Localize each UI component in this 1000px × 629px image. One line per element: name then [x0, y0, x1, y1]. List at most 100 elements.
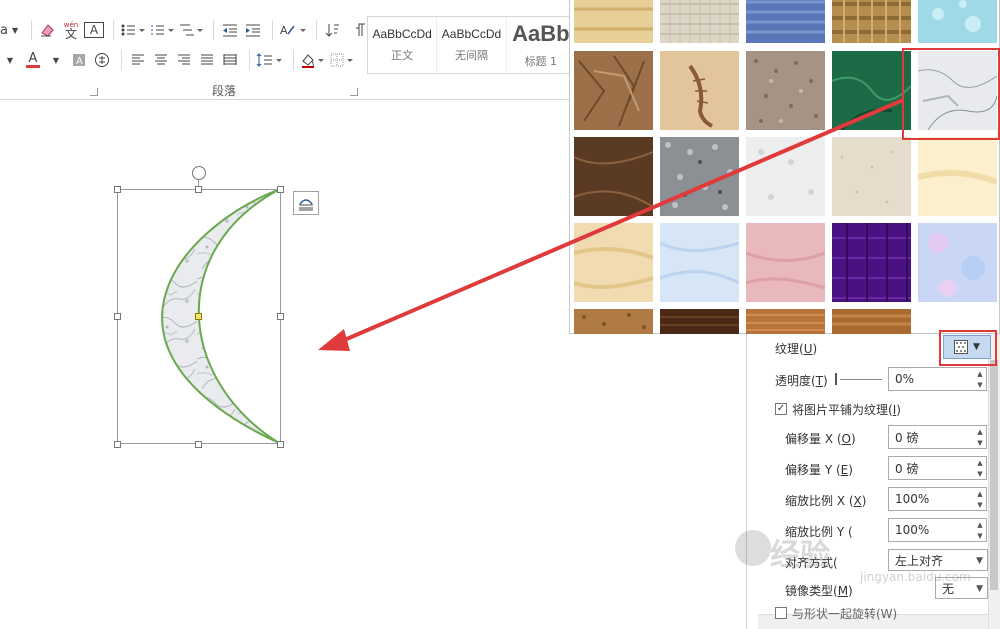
line-spacing-button[interactable] — [256, 49, 284, 71]
texture-brown-marble[interactable] — [574, 137, 653, 216]
texture-blue-tissue[interactable] — [660, 223, 739, 302]
texture-paper-bag[interactable] — [574, 51, 653, 130]
align-dropdown[interactable]: 左上对齐 ▼ — [888, 549, 988, 571]
resize-handle-s[interactable] — [195, 441, 202, 448]
numbering-button[interactable] — [149, 19, 175, 41]
borders-button[interactable] — [329, 49, 355, 71]
mirror-label: 镜像类型(M) — [785, 582, 853, 599]
texture-recycled-paper[interactable] — [746, 51, 825, 130]
adjust-handle[interactable] — [195, 313, 202, 320]
texture-granite[interactable] — [660, 137, 739, 216]
texture-canvas[interactable] — [660, 0, 739, 43]
spin-arrows[interactable]: ▲ ▼ — [974, 488, 986, 510]
shading-button[interactable] — [300, 49, 326, 71]
increase-indent-icon — [246, 24, 260, 37]
align-right-button[interactable] — [174, 49, 194, 71]
resize-handle-se[interactable] — [277, 441, 284, 448]
chinese-layout-button[interactable]: A — [279, 19, 307, 41]
sort-icon — [325, 24, 339, 37]
borders-icon — [330, 53, 353, 67]
decrease-indent-button[interactable] — [220, 19, 240, 41]
enclose-char-button[interactable] — [92, 49, 112, 71]
align-left-button[interactable] — [128, 49, 148, 71]
texture-medium-wood[interactable] — [832, 309, 911, 334]
rotate-with-shape-label: 与形状一起旋转(W) — [792, 607, 898, 621]
texture-fish-fossil[interactable] — [660, 51, 739, 130]
offset-x-field[interactable]: 0 磅 ▲ ▼ — [888, 425, 987, 449]
offset-y-value: 0 磅 — [895, 461, 919, 476]
spin-arrows[interactable]: ▲ ▼ — [974, 368, 986, 390]
resize-handle-nw[interactable] — [114, 186, 121, 193]
spin-arrows[interactable]: ▲ ▼ — [974, 457, 986, 479]
ribbon-separator — [121, 50, 122, 70]
scale-x-field[interactable]: 100% ▲ ▼ — [888, 487, 987, 511]
resize-handle-n[interactable] — [195, 186, 202, 193]
texture-sand[interactable] — [832, 137, 911, 216]
clear-format-button[interactable] — [38, 19, 58, 41]
texture-cork[interactable] — [574, 309, 653, 334]
multilevel-list-button[interactable] — [178, 19, 204, 41]
center-button[interactable] — [151, 49, 171, 71]
style-normal[interactable]: AaBbCcDd 正文 — [368, 17, 438, 73]
paragraph-group-label: 段落 — [212, 84, 237, 98]
ribbon-separator — [113, 20, 114, 40]
texture-white-rock[interactable] — [746, 137, 825, 216]
transparency-label-end: ) — [823, 374, 828, 388]
shrink-font-button[interactable]: ▼ — [0, 49, 20, 71]
paragraph-dialog-launcher[interactable] — [350, 88, 358, 96]
phonetic-guide-button[interactable]: wén 文 — [61, 19, 81, 41]
rotate-handle-icon[interactable] — [192, 166, 206, 180]
texture-bouquet[interactable] — [918, 223, 997, 302]
sort-button[interactable] — [323, 19, 343, 41]
texture-green-marble[interactable] — [832, 51, 911, 130]
texture-stationery[interactable] — [574, 223, 653, 302]
highlight-button[interactable]: A — [69, 49, 89, 71]
increase-indent-button[interactable] — [243, 19, 263, 41]
texture-purple-mesh[interactable] — [832, 223, 911, 302]
texture-parchment[interactable] — [918, 137, 997, 216]
font-color-dropdown[interactable]: ▼ — [46, 49, 66, 71]
font-dialog-launcher[interactable] — [90, 88, 98, 96]
resize-handle-ne[interactable] — [277, 186, 284, 193]
transparency-label-text: 透明度( — [775, 374, 816, 388]
offset-y-field[interactable]: 0 磅 ▲ ▼ — [888, 456, 987, 480]
justify-button[interactable] — [197, 49, 217, 71]
pane-scroll-thumb[interactable] — [990, 360, 998, 590]
shading-icon — [302, 54, 324, 68]
resize-handle-w[interactable] — [114, 313, 121, 320]
font-color-button[interactable]: A — [23, 49, 43, 71]
scale-y-field[interactable]: 100% ▲ ▼ — [888, 518, 987, 542]
spin-arrows[interactable]: ▲ ▼ — [974, 519, 986, 541]
offset-x-label: 偏移量 X (O) — [785, 430, 856, 447]
texture-pink-tissue[interactable] — [746, 223, 825, 302]
ribbon-separator — [293, 50, 294, 70]
transparency-field[interactable]: 0% ▲ ▼ — [888, 367, 987, 391]
texture-walnut[interactable] — [660, 309, 739, 334]
tile-label-end: ) — [896, 403, 901, 417]
style-no-spacing[interactable]: AaBbCcDd 无间隔 — [437, 17, 507, 73]
transparency-slider-thumb[interactable] — [835, 373, 837, 385]
texture-denim[interactable] — [746, 0, 825, 43]
texture-oak[interactable] — [746, 309, 825, 334]
spin-arrows[interactable]: ▲ ▼ — [974, 426, 986, 448]
tile-checkbox[interactable]: ✓ — [775, 403, 787, 415]
texture-label-end: ) — [812, 342, 818, 356]
ribbon-separator — [213, 20, 214, 40]
font-size-dropdown[interactable]: a ▼ — [0, 19, 22, 41]
texture-papyrus[interactable] — [574, 0, 653, 43]
align-value: 左上对齐 — [895, 553, 944, 568]
layout-options-button[interactable] — [293, 191, 319, 215]
transparency-slider[interactable] — [840, 379, 882, 380]
distributed-button[interactable] — [220, 49, 240, 71]
transparency-value: 0% — [895, 372, 915, 386]
bullets-button[interactable] — [120, 19, 146, 41]
resize-handle-sw[interactable] — [114, 441, 121, 448]
resize-handle-e[interactable] — [277, 313, 284, 320]
texture-water-droplets[interactable] — [918, 0, 997, 43]
rotate-with-shape-checkbox[interactable] — [775, 607, 787, 619]
ribbon-row-2: ▼ A ▼ A — [0, 48, 358, 72]
char-border-button[interactable]: A — [84, 22, 104, 38]
style-heading-1[interactable]: AaBb 标题 1 — [507, 17, 576, 73]
texture-woven-mat[interactable] — [832, 0, 911, 43]
phonetic-guide-glyph: 文 — [64, 27, 77, 41]
